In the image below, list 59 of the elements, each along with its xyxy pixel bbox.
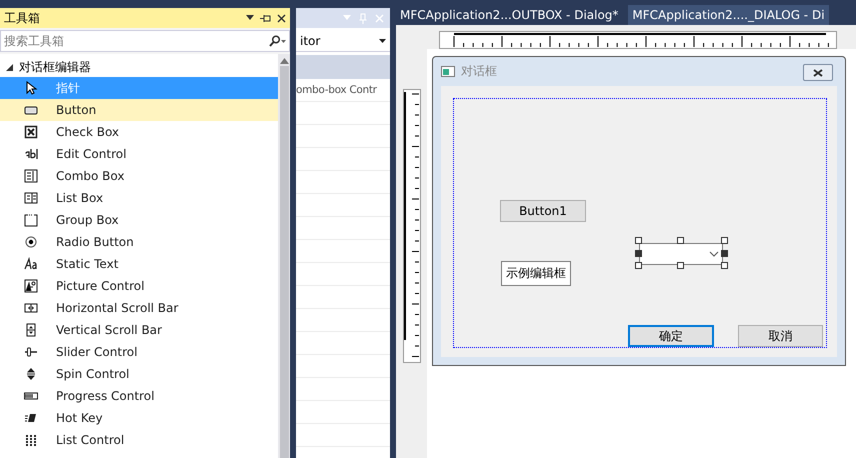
toolbox-item[interactable]: Picture Control bbox=[0, 275, 278, 297]
toolbox-item[interactable]: Radio Button bbox=[0, 231, 278, 253]
text-field-icon bbox=[24, 147, 38, 161]
toolbox-item[interactable]: Edit Control bbox=[0, 143, 278, 165]
scrollbar[interactable] bbox=[278, 54, 290, 458]
toolbox-item[interactable]: Slider Control bbox=[0, 341, 278, 363]
toolbox-item[interactable]: Button bbox=[0, 99, 278, 121]
close-icon bbox=[813, 68, 823, 76]
keyboard-key-icon bbox=[24, 411, 38, 425]
toolbox-item[interactable]: Static Text bbox=[0, 253, 278, 275]
toolbox-item[interactable]: List Control bbox=[0, 429, 278, 451]
combo-box-icon bbox=[24, 169, 38, 183]
chevron-down-icon bbox=[709, 251, 719, 257]
dialog-button[interactable]: Button1 bbox=[500, 200, 586, 222]
list-box-icon bbox=[24, 191, 38, 205]
grid-dots-icon bbox=[24, 433, 38, 447]
expand-triangle-icon[interactable] bbox=[6, 64, 13, 70]
close-icon[interactable] bbox=[277, 14, 286, 22]
dialog-title: 对话框 bbox=[461, 62, 497, 80]
document-tab[interactable]: MFCApplication2...._DIALOG - Di bbox=[628, 5, 829, 25]
resize-handle[interactable] bbox=[677, 262, 684, 269]
vertical-scrollbar-icon bbox=[24, 323, 38, 337]
picture-icon bbox=[24, 279, 38, 293]
close-button[interactable] bbox=[803, 64, 833, 81]
property-text: ombo-box Contr bbox=[296, 79, 390, 102]
caret-icon bbox=[379, 39, 386, 43]
pin-icon[interactable] bbox=[260, 14, 271, 22]
checkbox-icon bbox=[24, 125, 38, 139]
group-box-icon bbox=[24, 213, 38, 227]
toolbox-item[interactable]: Check Box bbox=[0, 121, 278, 143]
toolbox-item[interactable]: Horizontal Scroll Bar bbox=[0, 297, 278, 319]
group-header[interactable]: 对话框编辑器 bbox=[19, 58, 91, 76]
toolbox-item[interactable]: Hot Key bbox=[0, 407, 278, 429]
panel-title: 工具箱 bbox=[4, 10, 41, 26]
dialog-button[interactable]: 取消 bbox=[738, 325, 823, 347]
window-icon bbox=[441, 66, 455, 76]
edit-field[interactable]: 示例编辑框 bbox=[501, 261, 571, 286]
toolbox-item[interactable]: Progress Control bbox=[0, 385, 278, 407]
resize-handle[interactable] bbox=[677, 237, 684, 244]
dialog-button[interactable]: 确定 bbox=[628, 325, 714, 347]
spin-arrows-icon bbox=[24, 367, 38, 381]
slider-icon bbox=[24, 345, 38, 359]
scroll-up-icon[interactable] bbox=[280, 58, 288, 64]
pointer-icon bbox=[24, 81, 38, 95]
search-input[interactable]: 搜索工具箱 bbox=[4, 34, 268, 48]
toolbox-item[interactable]: Vertical Scroll Bar bbox=[0, 319, 278, 341]
toolbox-item[interactable]: Group Box bbox=[0, 209, 278, 231]
search-icon[interactable] bbox=[268, 35, 286, 47]
horizontal-scrollbar-icon bbox=[24, 301, 38, 315]
toolbox-item[interactable]: Spin Control bbox=[0, 363, 278, 385]
toolbox-item[interactable]: List Box bbox=[0, 187, 278, 209]
combo-box[interactable] bbox=[639, 243, 723, 265]
letters-icon bbox=[24, 257, 38, 271]
search-field[interactable]: 搜索工具箱 bbox=[0, 30, 290, 52]
scrollbar-thumb[interactable] bbox=[280, 66, 288, 458]
radio-button-icon bbox=[24, 235, 38, 249]
dropdown-icon[interactable] bbox=[246, 15, 254, 21]
toolbox-item[interactable]: Combo Box bbox=[0, 165, 278, 187]
object-dropdown[interactable]: itor bbox=[296, 31, 390, 52]
